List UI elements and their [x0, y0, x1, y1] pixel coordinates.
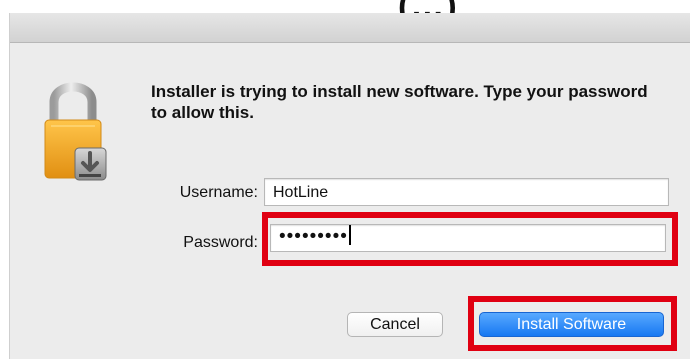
- lock-icon: [44, 82, 107, 181]
- password-highlight-box: [262, 212, 678, 266]
- cancel-button[interactable]: Cancel: [347, 312, 443, 337]
- install-button-highlight-box: [468, 296, 677, 351]
- dialog-titlebar: [10, 13, 690, 43]
- username-label: Username:: [179, 184, 258, 201]
- page: (…): [0, 0, 690, 359]
- install-permission-message: Installer is trying to install new softw…: [151, 82, 648, 122]
- password-label: Password:: [183, 234, 258, 251]
- username-field[interactable]: HotLine: [264, 178, 669, 206]
- username-value: HotLine: [273, 184, 329, 201]
- password-dialog: Installer is trying to install new softw…: [9, 13, 690, 359]
